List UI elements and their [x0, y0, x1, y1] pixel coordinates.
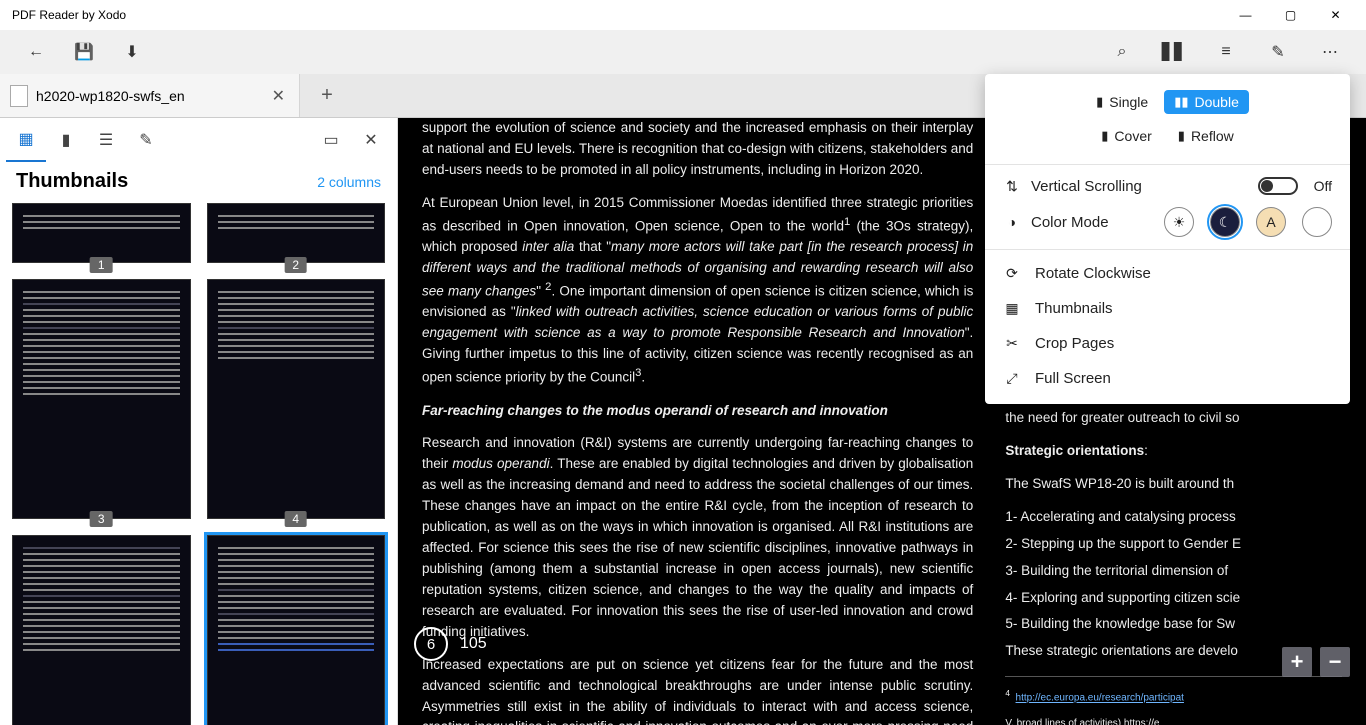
mode-reflow[interactable]: ▮Reflow: [1168, 124, 1244, 148]
action-rotate[interactable]: ⟳Rotate Clockwise: [985, 256, 1350, 291]
app-title: PDF Reader by Xodo: [8, 8, 1223, 22]
close-icon: [364, 130, 377, 150]
fullscreen-icon: ⤢: [1003, 370, 1021, 387]
view-mode-button[interactable]: ▋▋: [1150, 30, 1198, 74]
vscroll-state: Off: [1314, 178, 1332, 194]
window-maximize-button[interactable]: ▢: [1268, 0, 1313, 30]
zoom-controls: + −: [1282, 647, 1350, 677]
single-icon: ▮: [1096, 94, 1103, 110]
sidebar-tab-thumbnails[interactable]: [6, 118, 46, 162]
total-pages: 105: [460, 635, 487, 653]
colormode-label: Color Mode: [1031, 214, 1154, 231]
title-bar: PDF Reader by Xodo — ▢ ✕: [0, 0, 1366, 30]
pencil-icon: [139, 130, 152, 150]
view-icon: ▋▋: [1162, 42, 1187, 62]
search-button[interactable]: ⌕: [1098, 30, 1146, 74]
color-bright[interactable]: ☀: [1164, 207, 1194, 237]
reflow-icon: ▮: [1178, 128, 1185, 144]
thumbnail-page-2[interactable]: 2: [207, 203, 386, 263]
cover-icon: ▮: [1101, 128, 1108, 144]
crop-icon: ✂: [1003, 335, 1021, 352]
fit-icon: [323, 130, 338, 150]
thumbnail-page-4[interactable]: 4: [207, 279, 386, 519]
window-close-button[interactable]: ✕: [1313, 0, 1358, 30]
action-crop[interactable]: ✂Crop Pages: [985, 326, 1350, 361]
thumbnails-icon: ▦: [1003, 300, 1021, 317]
action-fullscreen[interactable]: ⤢Full Screen: [985, 361, 1350, 396]
save-copy-button[interactable]: ⬇: [108, 30, 156, 74]
document-icon: [10, 85, 28, 107]
thumbnail-page-3[interactable]: 3: [12, 279, 191, 519]
vscroll-label: Vertical Scrolling: [1031, 178, 1248, 195]
back-button[interactable]: ←: [12, 30, 60, 74]
grid-icon: [18, 129, 33, 149]
thumbnail-grid: 1 2 3 4 5 6: [0, 203, 397, 725]
document-tab[interactable]: h2020-wp1820-swfs_en ✕: [0, 74, 300, 117]
sidebar-tab-annotations[interactable]: [126, 118, 166, 162]
color-none[interactable]: [1302, 207, 1332, 237]
vscroll-toggle[interactable]: [1258, 177, 1298, 195]
bookmark-icon: ▮: [62, 130, 71, 150]
layout-button[interactable]: ≡: [1202, 30, 1250, 74]
annotate-button[interactable]: ✎: [1254, 30, 1302, 74]
rotate-icon: ⟳: [1003, 265, 1021, 282]
sidebar-tabs: ▮ ☰: [0, 118, 397, 162]
color-dark[interactable]: ☾: [1210, 207, 1240, 237]
mode-single[interactable]: ▮Single: [1086, 90, 1158, 114]
sidebar-title: Thumbnails: [16, 170, 317, 193]
vscroll-icon: ⇅: [1003, 178, 1021, 195]
mode-cover[interactable]: ▮Cover: [1091, 124, 1162, 148]
save-button[interactable]: 💾: [60, 30, 108, 74]
main-toolbar: ← 💾 ⬇ ⌕ ▋▋ ≡ ✎ ⋯: [0, 30, 1366, 74]
mode-double[interactable]: ▮▮Double: [1164, 90, 1249, 114]
current-page: 6: [427, 636, 435, 653]
thumbnail-page-1[interactable]: 1: [12, 203, 191, 263]
page-indicator[interactable]: 6 105: [414, 627, 487, 661]
color-sepia[interactable]: A: [1256, 207, 1286, 237]
sidebar-tab-bookmarks[interactable]: ▮: [46, 118, 86, 162]
more-icon: ⋯: [1322, 42, 1338, 62]
window-minimize-button[interactable]: —: [1223, 0, 1268, 30]
page-left: support the evolution of science and soc…: [422, 118, 973, 725]
zoom-in-button[interactable]: +: [1282, 647, 1312, 677]
more-button[interactable]: ⋯: [1306, 30, 1354, 74]
zoom-out-button[interactable]: −: [1320, 647, 1350, 677]
columns-link[interactable]: 2 columns: [317, 174, 381, 190]
pencil-icon: ✎: [1271, 42, 1284, 62]
sidebar-fit-button[interactable]: [311, 118, 351, 162]
sidebar: ▮ ☰ Thumbnails 2 columns 1 2 3 4 5 6: [0, 118, 398, 725]
thumbnail-page-6[interactable]: 6: [207, 535, 386, 725]
sidebar-close-button[interactable]: [351, 118, 391, 162]
action-thumbnails[interactable]: ▦Thumbnails: [985, 291, 1350, 326]
sidebar-tab-outline[interactable]: ☰: [86, 118, 126, 162]
tab-close-button[interactable]: ✕: [268, 86, 289, 106]
thumbnail-page-5[interactable]: 5: [12, 535, 191, 725]
layout-icon: ≡: [1221, 43, 1230, 61]
view-options-dropdown: ▮Single ▮▮Double ▮Cover ▮Reflow ⇅ Vertic…: [985, 74, 1350, 404]
colormode-icon: ◑: [1003, 214, 1021, 230]
search-icon: ⌕: [1118, 43, 1127, 61]
double-icon: ▮▮: [1174, 94, 1188, 110]
new-tab-button[interactable]: +: [300, 74, 354, 117]
outline-icon: ☰: [99, 130, 113, 150]
tab-label: h2020-wp1820-swfs_en: [36, 88, 260, 104]
